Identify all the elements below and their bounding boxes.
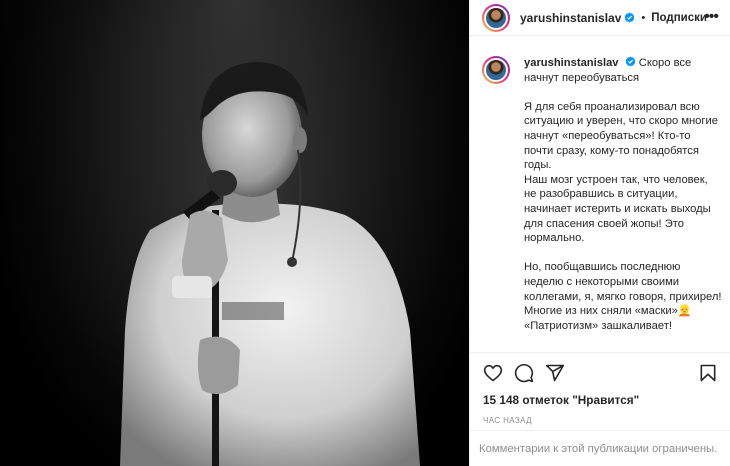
post-caption: yarushinstanislav Скоро все начнут перео… — [482, 56, 722, 349]
caption-paragraph: «Патриотизм» зашкаливает! — [524, 319, 672, 332]
caption-paragraph: Наш мозг устроен так, что человек, не ра… — [524, 173, 711, 245]
bookmark-icon[interactable] — [698, 363, 718, 383]
verified-badge-icon — [625, 12, 635, 23]
more-options-icon[interactable]: ••• — [704, 9, 719, 25]
author-username[interactable]: yarushinstanislav — [520, 11, 621, 25]
caption-author-avatar[interactable] — [482, 56, 510, 84]
following-button[interactable]: Подписки — [651, 12, 707, 24]
caption-username[interactable]: yarushinstanislav — [524, 57, 619, 69]
comments-restricted-notice: Комментарии к этой публикации ограничены… — [470, 430, 730, 466]
caption-text: yarushinstanislav Скоро все начнут перео… — [524, 56, 722, 333]
caption-paragraph: Я для себя проанализировал всю ситуацию … — [524, 100, 718, 172]
post-timestamp[interactable]: час назад — [483, 416, 532, 425]
heart-icon[interactable] — [483, 363, 503, 383]
verified-badge-icon — [625, 56, 635, 67]
comment-icon[interactable] — [514, 363, 534, 383]
post-photo[interactable] — [0, 0, 469, 466]
likes-count[interactable]: 15 148 отметок "Нравится" — [483, 393, 639, 407]
caption-paragraph: Но, пообщавшись последнюю неделю с некот… — [524, 261, 722, 318]
post-side-panel: yarushinstanislav • Подписки ••• yarushi… — [469, 0, 730, 466]
author-avatar[interactable] — [482, 3, 510, 32]
separator-dot: • — [641, 11, 646, 24]
post-actions — [470, 352, 730, 392]
post-header: yarushinstanislav • Подписки ••• — [470, 0, 730, 36]
instagram-post: yarushinstanislav • Подписки ••• yarushi… — [0, 0, 730, 466]
share-icon[interactable] — [545, 363, 565, 383]
singer-photo-illustration — [0, 0, 469, 466]
